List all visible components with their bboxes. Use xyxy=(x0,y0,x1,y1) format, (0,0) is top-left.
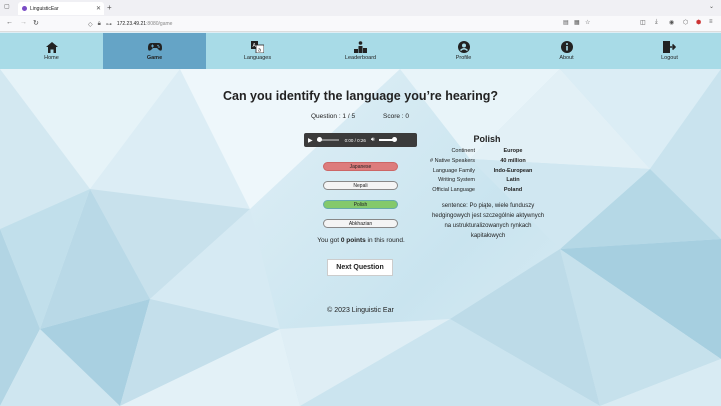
nav-item-home[interactable]: Home xyxy=(0,33,103,69)
info-row-native-speakers: # Native Speakers 40 million xyxy=(421,158,551,164)
browser-tab-bar: ▢ LinguisticEar ✕ + ⌄ xyxy=(0,0,721,16)
shield-icon: ◇ xyxy=(88,21,93,28)
menu-icon[interactable]: ≡ xyxy=(709,19,713,25)
info-icon xyxy=(560,41,574,53)
download-icon[interactable]: ⤓ xyxy=(655,19,658,26)
result-suffix: in this round. xyxy=(365,237,405,244)
seek-knob[interactable] xyxy=(316,137,322,142)
lock-icon: 🔒︎ xyxy=(97,20,101,27)
nav-item-leaderboard[interactable]: Leaderboard xyxy=(309,33,412,69)
info-row-writing-system: Writing System Latin xyxy=(421,177,551,183)
info-row-language-family: Language Family Indo-European xyxy=(421,168,551,174)
svg-text:a: a xyxy=(258,48,261,54)
score-label: Score : 0 xyxy=(383,113,410,120)
audio-time: 0:00 / 0:26 xyxy=(344,137,366,143)
question-counter: Question : 1 / 5 xyxy=(311,113,356,120)
nav-label-languages: Languages xyxy=(243,55,272,61)
nav-label-about: About xyxy=(559,55,574,61)
bookmark-star-icon[interactable]: ☆ xyxy=(585,19,590,26)
option-button-abkhazian[interactable]: Abkhazian xyxy=(323,219,398,228)
new-tab-icon[interactable]: + xyxy=(107,3,112,12)
info-key: # Native Speakers xyxy=(430,158,475,164)
round-result: You got 0 points in this round. xyxy=(299,237,423,244)
option-button-polish[interactable]: Polish xyxy=(323,200,398,209)
account-icon[interactable]: ◉ xyxy=(669,19,674,26)
info-value: 40 million xyxy=(500,158,526,164)
info-value: Indo-European xyxy=(493,168,533,174)
reload-icon[interactable]: ↻ xyxy=(33,19,39,27)
nav-item-about[interactable]: About xyxy=(515,33,618,69)
volume-icon[interactable]: 🔊︎ xyxy=(371,137,375,144)
extension-icon[interactable]: ⬡ xyxy=(683,19,688,26)
svg-text:A: A xyxy=(253,43,257,49)
nav-item-profile[interactable]: Profile xyxy=(412,33,515,69)
option-button-nepali[interactable]: Nepali xyxy=(323,181,398,190)
sample-sentence: sentence: Po piąte, wiele funduszy hedgi… xyxy=(431,203,545,239)
language-name: Polish xyxy=(473,134,501,144)
qr-icon[interactable]: ▦ xyxy=(574,19,580,26)
gamepad-icon xyxy=(147,41,162,53)
info-value: Latin xyxy=(506,177,520,183)
tab-title: LinguisticEar xyxy=(30,5,59,12)
nav-label-profile: Profile xyxy=(455,55,472,61)
connection-icon: ⊶ xyxy=(105,21,112,28)
forward-icon[interactable]: → xyxy=(20,19,27,26)
info-key: Continent xyxy=(451,148,475,154)
result-points: 0 points xyxy=(340,237,366,244)
back-icon[interactable]: ← xyxy=(6,19,13,26)
info-row-official-language: Official Language Poland xyxy=(421,187,551,193)
browser-toolbar: ← → ↻ ◇ 🔒︎ ⊶ 172.23.49.21:8080/game ▤ ▦ … xyxy=(0,16,721,32)
option-button-japanese[interactable]: Japanese xyxy=(323,162,398,171)
result-prefix: You got xyxy=(317,237,341,244)
volume-slider[interactable] xyxy=(378,137,397,142)
page-title: Can you identify the language you’re hea… xyxy=(222,89,499,103)
pocket-icon[interactable]: ◫ xyxy=(640,19,646,26)
info-row-continent: Continent Europe xyxy=(421,148,551,154)
browser-tab[interactable]: LinguisticEar ✕ xyxy=(18,2,104,15)
podium-icon xyxy=(354,41,368,53)
info-key: Writing System xyxy=(438,177,475,183)
play-icon[interactable]: ▶ xyxy=(308,137,313,144)
audio-seek-bar[interactable] xyxy=(316,137,339,142)
profile-icon xyxy=(457,41,471,53)
volume-knob[interactable] xyxy=(391,137,397,142)
nav-label-game: Game xyxy=(146,55,163,61)
url-path: :8080/game xyxy=(146,21,173,27)
info-value: Poland xyxy=(503,187,523,193)
reader-icon[interactable]: ▤ xyxy=(563,19,569,26)
info-value: Europe xyxy=(503,148,523,154)
nav-item-game[interactable]: Game xyxy=(103,33,206,69)
tab-list-icon[interactable]: ▢ xyxy=(4,3,10,10)
url-host: 172.23.49.21 xyxy=(116,21,147,27)
logout-icon xyxy=(663,41,677,53)
nav-item-logout[interactable]: Logout xyxy=(618,33,721,69)
info-key: Language Family xyxy=(432,168,475,174)
footer-copyright: © 2023 Linguistic Ear xyxy=(327,307,394,314)
nav-label-leaderboard: Leaderboard xyxy=(344,55,377,61)
nav-label-home: Home xyxy=(44,55,59,61)
next-question-button[interactable]: Next Question xyxy=(327,259,393,276)
favicon-icon xyxy=(22,6,27,11)
audio-player[interactable]: ▶ 0:00 / 0:26 🔊︎ xyxy=(304,133,417,147)
nav-label-logout: Logout xyxy=(661,55,678,61)
shield-addon-icon[interactable]: ⬢ xyxy=(696,19,701,26)
info-key: Official Language xyxy=(432,187,475,193)
translate-icon: Aa xyxy=(251,41,265,53)
nav-item-languages[interactable]: Aa Languages xyxy=(206,33,309,69)
app-nav: Home Game Aa Languages Leaderboard Profi… xyxy=(0,33,721,69)
url-bar[interactable]: ◇ 🔒︎ ⊶ 172.23.49.21:8080/game xyxy=(88,19,558,29)
close-tab-icon[interactable]: ✕ xyxy=(96,5,101,12)
chevron-down-icon[interactable]: ⌄ xyxy=(709,3,714,10)
home-icon xyxy=(45,41,59,53)
